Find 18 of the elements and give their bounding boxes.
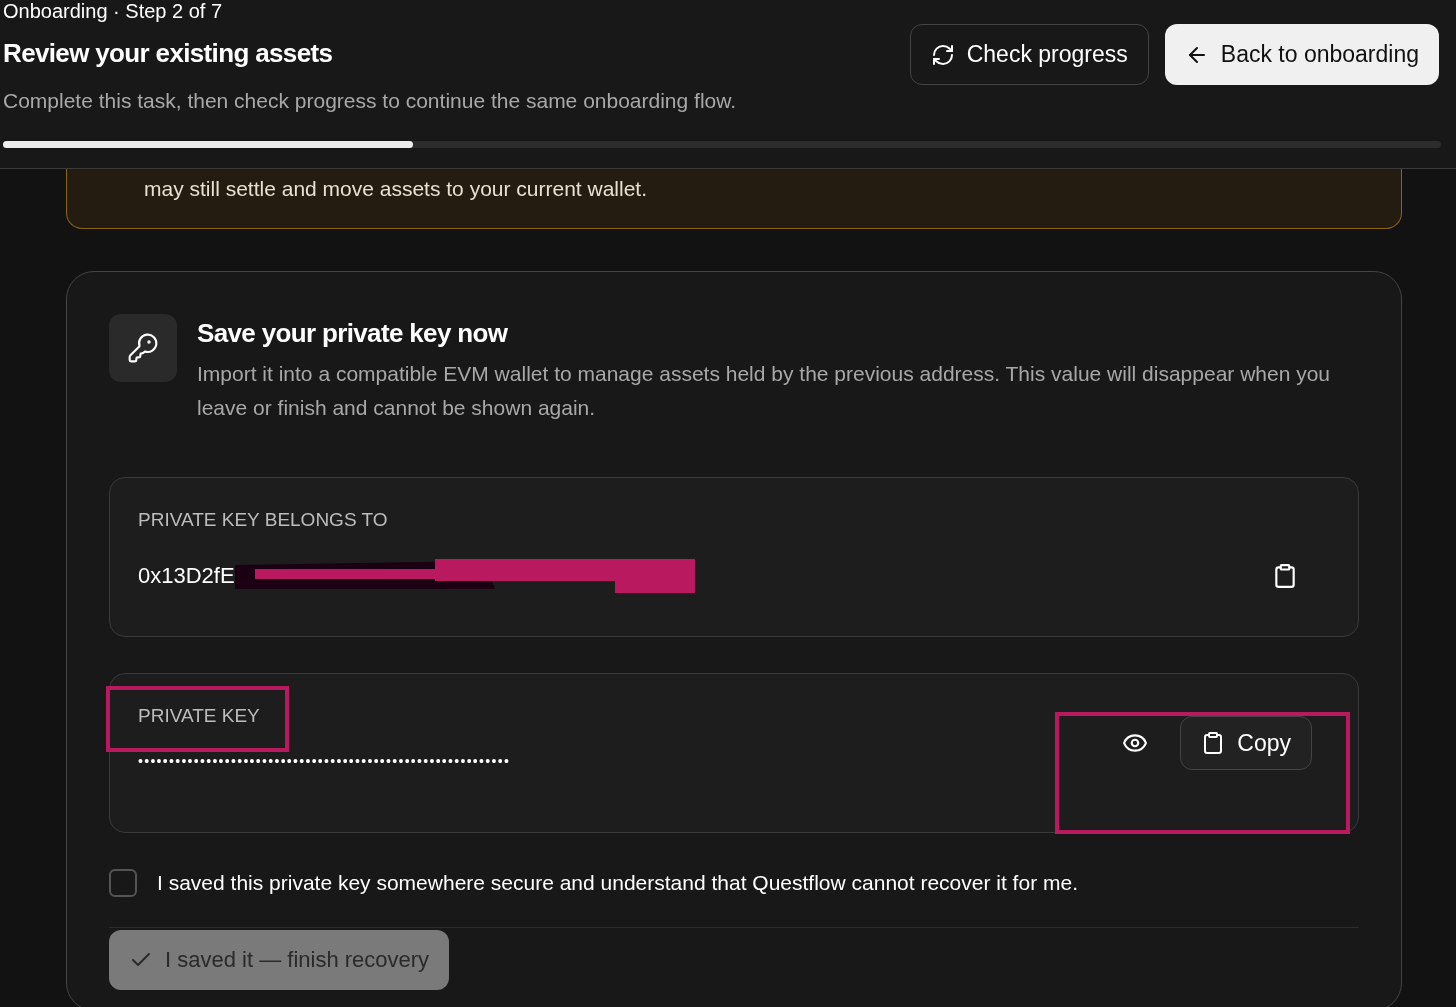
card-description: Import it into a compatible EVM wallet to manage assets held by the previous address. This value will disappear when you leave or finish and cannot be shown again. (197, 361, 1332, 421)
refresh-icon (930, 42, 955, 67)
key-label: PRIVATE KEY (138, 704, 260, 728)
card-title: Save your private key now (197, 317, 508, 350)
copy-icon[interactable] (1272, 562, 1298, 589)
check-progress-button[interactable]: Check progress (909, 24, 1149, 85)
key-icon (127, 332, 159, 364)
back-button[interactable]: Back to onboarding (1164, 24, 1439, 85)
masked-key: •••••••••••••••••••••••••••••••••••••••••••••••••••••••••••• (138, 750, 511, 772)
copy-button[interactable]: Copy (1180, 716, 1312, 770)
confirm-checkbox[interactable] (109, 868, 137, 897)
owner-address: 0x13D2fE (138, 562, 235, 590)
warning-text: may still settle and move assets to your current wallet. (144, 176, 648, 200)
step-label: Onboarding · Step 2 of 7 (3, 0, 223, 22)
confirm-text: I saved this private key somewhere secure and understand that Questflow cannot recover it for me. (157, 870, 1078, 896)
page-subtitle: Complete this task, then check progress to continue the same onboarding flow. (3, 88, 737, 114)
page-title: Review your existing assets (3, 37, 333, 70)
owner-label: PRIVATE KEY BELONGS TO (138, 508, 388, 532)
